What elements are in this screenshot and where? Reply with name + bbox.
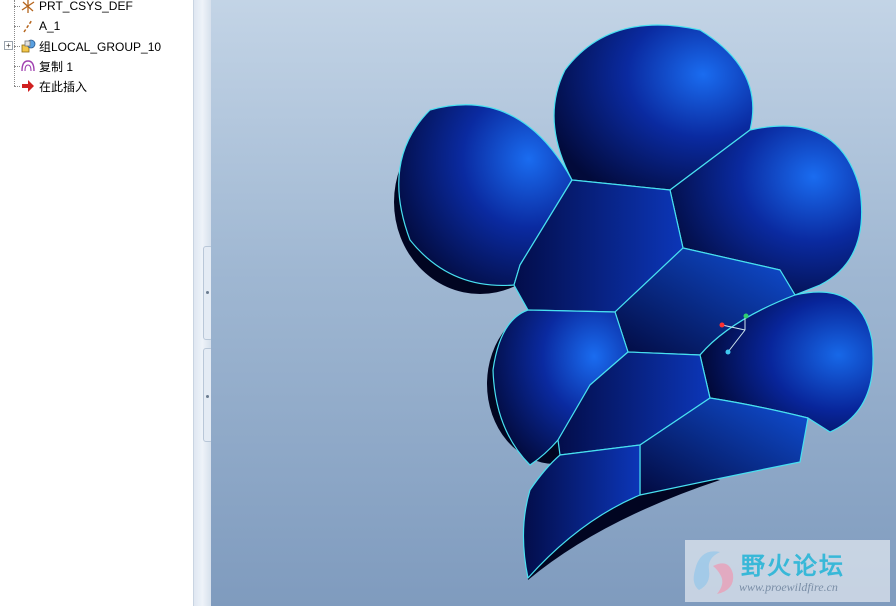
model-surfaces (398, 24, 874, 579)
watermark-logo-icon (693, 551, 734, 594)
grip-dot (206, 291, 209, 294)
insert-here-arrow-icon (20, 78, 36, 94)
tree-item-local-group[interactable]: 组LOCAL_GROUP_10 (20, 37, 161, 55)
model-tree-panel: PRT_CSYS_DEF A_1 + 组LOCAL_GROUP_10 复制 1 … (0, 0, 194, 606)
tree-item-label: 组LOCAL_GROUP_10 (39, 39, 162, 54)
copy-feature-icon (20, 58, 36, 74)
axis-icon (20, 18, 36, 34)
graphics-viewport[interactable]: 野火论坛 www.proewildfire.cn (211, 0, 896, 606)
tree-item-label: 在此插入 (39, 79, 88, 94)
tree-item-prt-csys-def[interactable]: PRT_CSYS_DEF (20, 0, 133, 15)
watermark-title: 野火论坛 (741, 553, 845, 580)
forum-watermark: 野火论坛 www.proewildfire.cn (685, 540, 890, 602)
tree-connector-line (14, 0, 15, 86)
model-view (394, 24, 874, 580)
tree-item-label: 复制 1 (39, 59, 74, 74)
grip-dot (206, 395, 209, 398)
csys-icon (20, 0, 36, 14)
tree-item-copy-1[interactable]: 复制 1 (20, 57, 73, 75)
tree-item-label: A_1 (39, 19, 61, 33)
tree-item-a-1[interactable]: A_1 (20, 17, 60, 35)
tree-item-insert-here[interactable]: 在此插入 (20, 77, 87, 95)
expand-toggle[interactable]: + (4, 41, 13, 50)
group-icon (20, 38, 36, 54)
watermark-url: www.proewildfire.cn (739, 580, 838, 594)
tree-item-label: PRT_CSYS_DEF (39, 0, 133, 13)
